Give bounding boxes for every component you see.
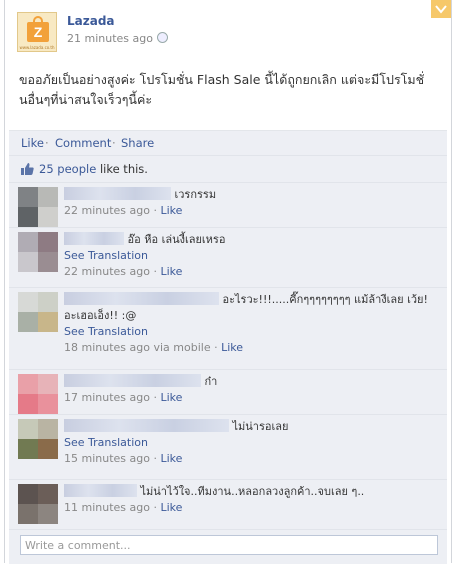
separator: · xyxy=(153,501,157,514)
comment-text: ก๋า xyxy=(204,375,218,388)
comment-timestamp: 22 minutes ago xyxy=(64,265,150,278)
separator: · xyxy=(112,136,116,150)
post-meta: 21 minutes ago xyxy=(67,32,168,45)
comment-timestamp: 11 minutes ago xyxy=(64,501,150,514)
comment-like-link[interactable]: Like xyxy=(221,341,243,354)
page-name[interactable]: Lazada xyxy=(67,14,115,28)
thumbs-up-icon xyxy=(21,163,34,175)
comment-like-link[interactable]: Like xyxy=(160,452,182,465)
comment-like-link[interactable]: Like xyxy=(160,501,182,514)
post-actions-bar: Like · Comment · Share xyxy=(9,130,447,155)
comment-via: via mobile xyxy=(153,341,211,354)
globe-icon xyxy=(156,32,168,43)
separator: · xyxy=(45,136,49,150)
commenter-avatar[interactable] xyxy=(18,187,58,227)
separator: · xyxy=(214,341,218,354)
page-avatar-logo[interactable]: Z www.lazada.co.th xyxy=(17,12,57,52)
comment-timestamp: 22 minutes ago xyxy=(64,204,150,217)
see-translation-link[interactable]: See Translation xyxy=(64,325,148,338)
comment-text: ไม่น่าไว้ใจ..ทีมงาน..หลอกลวงลูกค้า..จบเล… xyxy=(140,485,365,498)
logo-letter: Z xyxy=(33,24,43,40)
commenter-avatar[interactable] xyxy=(18,484,58,524)
separator: · xyxy=(153,204,157,217)
comment-timestamp: 17 minutes ago xyxy=(64,391,150,404)
likes-count-link[interactable]: 25 people xyxy=(39,162,96,176)
comment-timestamp: 18 minutes ago xyxy=(64,341,150,354)
commenter-avatar[interactable] xyxy=(18,292,58,332)
post-timestamp[interactable]: 21 minutes ago xyxy=(67,32,153,45)
comment-text: เวรกรรม xyxy=(174,188,217,201)
see-translation-link[interactable]: See Translation xyxy=(64,436,148,449)
commenter-name-blurred[interactable] xyxy=(64,374,201,387)
write-comment-row: Write a comment... xyxy=(9,529,447,564)
likes-suffix: like this. xyxy=(99,162,148,176)
comment-item: ไม่น่ารอเลย See Translation 15 minutes a… xyxy=(9,414,447,480)
comment-like-link[interactable]: Like xyxy=(160,391,182,404)
comment-item: ไม่น่าไว้ใจ..ทีมงาน..หลอกลวงลูกค้า..จบเล… xyxy=(9,479,447,530)
commenter-name-blurred[interactable] xyxy=(64,232,124,245)
commenter-name-blurred[interactable] xyxy=(64,187,171,200)
shopping-bag-icon: Z xyxy=(27,16,49,42)
comment-item: เวรกรรม 22 minutes ago · Like xyxy=(9,182,447,228)
likes-row: 25 people like this. xyxy=(9,155,447,182)
comment-item: อะไรวะ!!!.....คี๊กๆๆๆๆๆๆๆๆ แม้ล้างีเลย เ… xyxy=(9,287,447,370)
comment-timestamp: 15 minutes ago xyxy=(64,452,150,465)
comment-item: ก๋า 17 minutes ago · Like xyxy=(9,369,447,415)
comment-link[interactable]: Comment xyxy=(55,136,111,150)
comment-like-link[interactable]: Like xyxy=(160,265,182,278)
commenter-name-blurred[interactable] xyxy=(64,419,229,432)
comment-like-link[interactable]: Like xyxy=(160,204,182,217)
see-translation-link[interactable]: See Translation xyxy=(64,249,148,262)
like-link[interactable]: Like xyxy=(21,136,44,150)
comment-text: ไม่น่ารอเลย xyxy=(232,420,289,433)
separator: · xyxy=(153,452,157,465)
chevron-down-icon xyxy=(435,5,447,14)
post-card: Z www.lazada.co.th Lazada 21 minutes ago… xyxy=(4,0,452,564)
write-comment-input[interactable]: Write a comment... xyxy=(20,535,438,555)
separator: · xyxy=(153,391,157,404)
likes-summary: 25 people like this. xyxy=(39,162,148,176)
comment-item: อ๊อ หือ เล่นงี้เลยเหรอ See Translation 2… xyxy=(9,227,447,288)
commenter-avatar[interactable] xyxy=(18,374,58,414)
post-options-corner[interactable] xyxy=(431,0,451,18)
post-text: ขออภัยเป็นอย่างสูงค่ะ โปรโมชั่น Flash Sa… xyxy=(19,72,425,107)
share-link[interactable]: Share xyxy=(121,136,154,150)
commenter-avatar[interactable] xyxy=(18,419,58,459)
commenter-name-blurred[interactable] xyxy=(64,484,137,497)
separator: · xyxy=(153,265,157,278)
commenter-avatar[interactable] xyxy=(18,232,58,272)
commenter-name-blurred[interactable] xyxy=(64,292,219,305)
logo-url: www.lazada.co.th xyxy=(19,45,55,50)
comment-text: อ๊อ หือ เล่นงี้เลยเหรอ xyxy=(127,233,226,246)
